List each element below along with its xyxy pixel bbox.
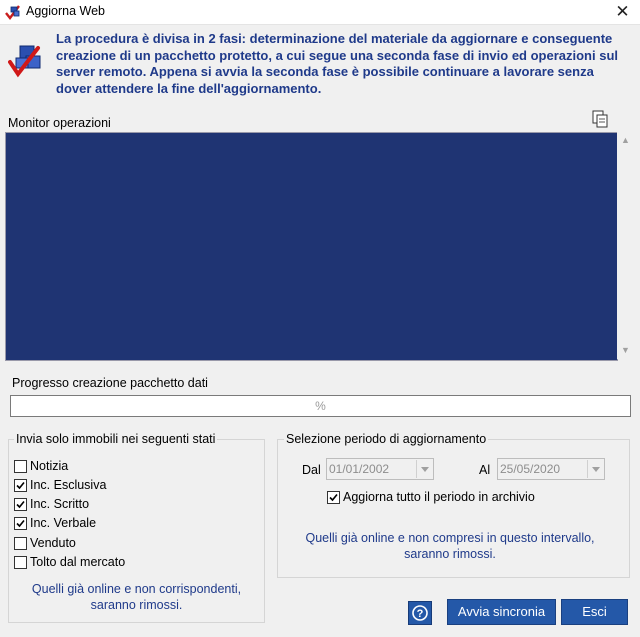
start-sync-button[interactable]: Avvia sincronia <box>447 599 556 625</box>
progress-label: Progresso creazione pacchetto dati <box>12 376 208 390</box>
checkbox-label: Inc. Scritto <box>30 497 90 511</box>
chevron-down-icon[interactable] <box>416 460 433 478</box>
chevron-down-icon[interactable] <box>587 460 604 478</box>
period-note: Quelli già online e non compresi in ques… <box>305 531 595 561</box>
checkmark-icon <box>16 519 25 527</box>
intro-description: La procedura è divisa in 2 fasi: determi… <box>56 31 619 96</box>
monitor-label: Monitor operazioni <box>8 116 111 130</box>
progress-percent: % <box>315 399 326 413</box>
checkmark-icon <box>16 481 25 489</box>
checkbox-label: Venduto <box>30 536 76 550</box>
to-date-picker[interactable]: 25/05/2020 <box>497 458 605 480</box>
states-group-title: Invia solo immobili nei seguenti stati <box>14 432 218 446</box>
checkbox-label: Tolto dal mercato <box>30 555 126 569</box>
checklist-icon <box>8 45 41 78</box>
to-date-label: Al <box>479 463 491 477</box>
close-button[interactable]: ✕ <box>605 0 640 24</box>
checkbox-label: Aggiorna tutto il periodo in archivio <box>343 490 535 504</box>
state-checkbox-venduto[interactable]: Venduto <box>14 534 76 552</box>
scroll-up-arrow-icon[interactable]: ▲ <box>617 132 634 149</box>
state-checkbox-inc-scritto[interactable]: Inc. Scritto <box>14 495 89 513</box>
state-checkbox-inc-esclusiva[interactable]: Inc. Esclusiva <box>14 476 106 494</box>
checkbox-box[interactable] <box>327 490 340 504</box>
help-icon: ? <box>412 605 428 621</box>
checkbox-label: Notizia <box>30 459 69 473</box>
monitor-log[interactable] <box>5 132 618 361</box>
from-date-value: 01/01/2002 <box>329 462 390 476</box>
checkbox-box[interactable] <box>14 478 27 492</box>
checkmark-icon <box>329 493 338 501</box>
from-date-label: Dal <box>302 463 321 477</box>
states-note: Quelli già online e non corrispondenti, … <box>31 582 242 612</box>
state-checkbox-inc-verbale[interactable]: Inc. Verbale <box>14 514 96 532</box>
checkbox-box[interactable] <box>14 516 27 530</box>
checkbox-label: Inc. Verbale <box>30 516 97 530</box>
window-title: Aggiorna Web <box>26 4 105 18</box>
copy-icon[interactable] <box>592 110 608 128</box>
checkbox-box[interactable] <box>14 497 27 511</box>
exit-button[interactable]: Esci <box>561 599 628 625</box>
help-button[interactable]: ? <box>408 601 432 625</box>
all-period-checkbox[interactable]: Aggiorna tutto il periodo in archivio <box>327 488 535 506</box>
scroll-down-arrow-icon[interactable]: ▼ <box>617 342 634 359</box>
state-checkbox-notizia[interactable]: Notizia <box>14 457 68 475</box>
app-icon <box>5 5 20 20</box>
checkmark-icon <box>16 500 25 508</box>
progress-bar: % <box>10 395 631 417</box>
checkbox-box[interactable] <box>14 536 27 550</box>
title-bar: Aggiorna Web ✕ <box>0 0 640 25</box>
checkbox-label: Inc. Esclusiva <box>30 478 107 492</box>
to-date-value: 25/05/2020 <box>500 462 561 476</box>
monitor-scrollbar[interactable]: ▲ ▼ <box>617 132 634 359</box>
checkbox-box[interactable] <box>14 459 27 473</box>
state-checkbox-tolto-dal-mercato[interactable]: Tolto dal mercato <box>14 553 125 571</box>
svg-text:?: ? <box>417 608 424 620</box>
period-group-title: Selezione periodo di aggiornamento <box>284 432 489 446</box>
checkbox-box[interactable] <box>14 555 27 569</box>
from-date-picker[interactable]: 01/01/2002 <box>326 458 434 480</box>
